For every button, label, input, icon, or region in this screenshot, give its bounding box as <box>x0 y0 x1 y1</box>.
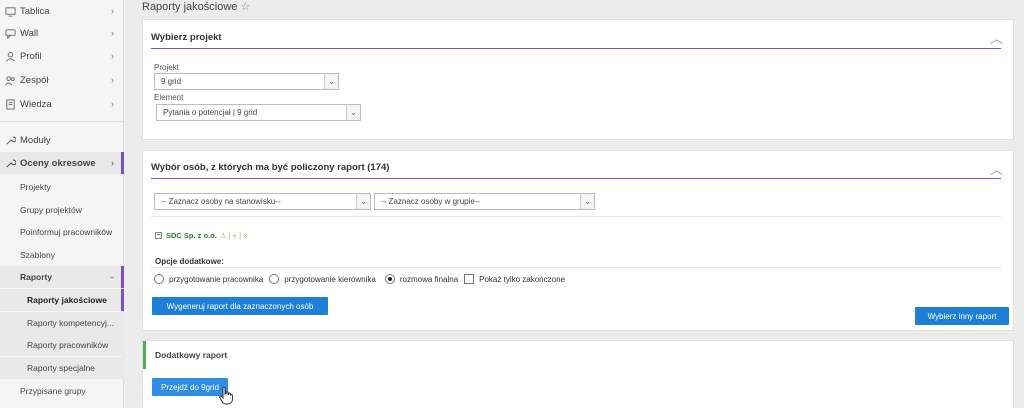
chevron-down-icon: ⌄ <box>346 105 360 120</box>
wrench-icon <box>5 135 16 146</box>
wrench-icon <box>5 158 16 169</box>
sidebar-item-label: Profil <box>20 50 42 62</box>
divider <box>151 216 1001 217</box>
remove-icon[interactable]: × <box>243 231 247 240</box>
project-select-value: 9 grid <box>161 77 182 86</box>
sidebar-divider <box>0 121 124 122</box>
option-label: przygotowanie pracownika <box>169 274 264 284</box>
sidebar-item-label: Raporty <box>20 272 53 282</box>
radio-button[interactable] <box>154 274 164 284</box>
chevron-down-icon: ⌄ <box>580 194 594 209</box>
tree-company-name[interactable]: SDC Sp. z o.o. <box>166 231 217 240</box>
options-group: przygotowanie pracownika przygotowanie k… <box>154 274 571 284</box>
user-icon <box>5 51 16 62</box>
sidebar-subitem-poinformuj[interactable]: Poinformuj pracowników <box>0 221 124 243</box>
chevron-right-icon: › <box>111 75 114 85</box>
sidebar-item-zespol[interactable]: Zespół › <box>0 69 124 91</box>
monitor-icon <box>5 6 16 17</box>
chevron-down-icon: ⌄ <box>356 194 370 209</box>
project-panel-header: Wybierz projekt <box>151 32 1001 49</box>
tree-tools-icons[interactable]: ⚠ | + | <box>220 231 241 240</box>
sidebar: Tablica › Wall › Profil › Zespół › Wiedz… <box>0 0 124 408</box>
chevron-right-icon: › <box>111 99 114 109</box>
sidebar-subitem-raporty-jakosciowe[interactable]: Raporty jakościowe <box>0 289 124 311</box>
tree-tools[interactable]: ⚠ | + | × <box>220 231 248 240</box>
sidebar-subitem-przypisane-grupy[interactable]: Przypisane grupy <box>0 380 124 402</box>
radio-button[interactable] <box>269 274 280 284</box>
go-to-9grid-button[interactable]: Przejdź do 9grid <box>152 378 228 396</box>
panel-accent-bar <box>143 341 146 369</box>
team-icon <box>5 75 16 86</box>
sidebar-subitem-grupy-projektow[interactable]: Grupy projektów <box>0 199 124 221</box>
divider <box>151 267 1001 268</box>
chevron-right-icon: › <box>111 6 114 16</box>
hand-cursor-icon <box>219 387 233 405</box>
chevron-down-icon: ⌄ <box>324 74 338 89</box>
chevron-right-icon: › <box>111 158 114 168</box>
persons-panel: Wybór osób, z których ma być policzony r… <box>142 150 1014 331</box>
element-select[interactable]: Pytania o potencjał | 9 grid ⌄ <box>156 104 361 121</box>
sidebar-item-label: Tablica <box>20 5 50 17</box>
option-przygotowanie-kierownika[interactable]: przygotowanie kierownika <box>269 274 376 284</box>
option-label: Pokaż tylko zakończone <box>479 274 565 284</box>
chevron-up-icon[interactable]: ︿ <box>990 28 1003 47</box>
sidebar-item-tablica[interactable]: Tablica › <box>0 0 124 22</box>
sidebar-subitem-raporty-pracownikow[interactable]: Raporty pracowników <box>0 334 124 356</box>
book-icon <box>5 98 16 110</box>
element-select-value: Pytania o potencjał | 9 grid <box>163 108 258 117</box>
project-select[interactable]: 9 grid ⌄ <box>154 73 339 90</box>
project-panel: Wybierz projekt ︿ Projekt 9 grid ⌄ Eleme… <box>142 19 1014 140</box>
sidebar-subitem-raporty-specjalne[interactable]: Raporty specjalne <box>0 357 124 379</box>
choose-other-report-button[interactable]: Wybierz inny raport <box>915 307 1009 325</box>
sidebar-item-label: Zespół <box>20 74 49 86</box>
tree-item-company[interactable]: − SDC Sp. z o.o. ⚠ | + | × <box>155 231 248 240</box>
star-icon[interactable]: ☆ <box>240 1 250 13</box>
tree-collapse-toggle[interactable]: − <box>155 232 162 239</box>
sidebar-item-moduly[interactable]: Moduły <box>0 129 124 151</box>
option-pokaz-zakonczone[interactable]: Pokaż tylko zakończone <box>464 274 565 284</box>
group-select[interactable]: -- Zaznacz osoby w grupie-- ⌄ <box>374 193 595 210</box>
sidebar-item-wiedza[interactable]: Wiedza › <box>0 93 124 115</box>
sidebar-item-profil[interactable]: Profil › <box>0 45 124 67</box>
sidebar-item-label: Oceny okresowe <box>20 157 96 169</box>
options-label: Opcje dodatkowe: <box>155 257 224 266</box>
generate-report-button[interactable]: Wygeneruj raport dla zaznaczonych osób <box>152 297 328 315</box>
chevron-up-icon[interactable]: ︿ <box>990 159 1003 178</box>
radio-button-checked[interactable] <box>384 274 395 284</box>
chevron-right-icon: › <box>111 51 114 61</box>
sidebar-subitem-projekty[interactable]: Projekty <box>0 176 124 198</box>
checkbox[interactable] <box>464 274 475 284</box>
page-title: Raporty jakościowe ☆ <box>142 0 250 13</box>
project-label: Projekt <box>154 63 179 72</box>
page-title-text: Raporty jakościowe <box>142 1 238 13</box>
position-select[interactable]: -- Zaznacz osoby na stanowisku-- ⌄ <box>154 193 371 210</box>
sidebar-item-oceny-okresowe[interactable]: Oceny okresowe › <box>0 152 124 174</box>
group-select-value: -- Zaznacz osoby w grupie-- <box>381 197 481 206</box>
sidebar-item-label: Wall <box>20 27 39 39</box>
sidebar-item-label: Wiedza <box>20 98 52 110</box>
option-label: rozmowa finalna <box>399 274 459 284</box>
position-select-value: -- Zaznacz osoby na stanowisku-- <box>161 197 281 206</box>
option-rozmowa-finalna[interactable]: rozmowa finalna <box>384 274 459 284</box>
sidebar-item-label: Moduły <box>20 134 51 146</box>
element-label: Element <box>154 93 184 102</box>
option-label: przygotowanie kierownika <box>284 274 376 284</box>
sidebar-subitem-szablony[interactable]: Szablony <box>0 244 124 266</box>
chevron-right-icon: › <box>111 28 114 38</box>
sidebar-subitem-raporty[interactable]: Raporty › <box>0 266 124 288</box>
sidebar-subitem-raporty-kompetencyjne[interactable]: Raporty kompetencyj... <box>0 312 124 334</box>
sidebar-item-wall[interactable]: Wall › <box>0 22 124 44</box>
chat-icon <box>5 28 16 39</box>
chevron-down-icon: › <box>108 275 118 279</box>
extra-report-panel: Dodatkowy raport Przejdź do 9grid <box>142 340 1014 408</box>
option-przygotowanie-pracownika[interactable]: przygotowanie pracownika <box>154 274 263 284</box>
persons-panel-header: Wybór osób, z których ma być policzony r… <box>151 162 1001 179</box>
extra-report-title: Dodatkowy raport <box>155 350 228 360</box>
